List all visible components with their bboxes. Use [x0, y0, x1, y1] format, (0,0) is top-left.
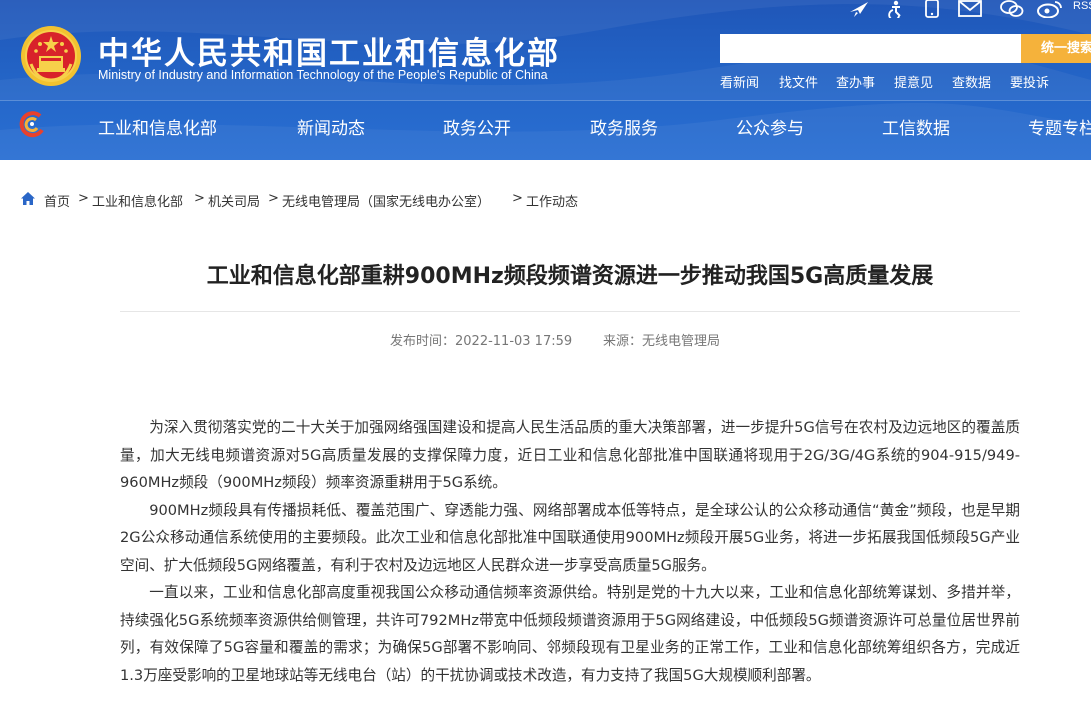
article-source: 来源：无线电管理局 — [603, 334, 721, 349]
rss-link[interactable]: RSS — [1073, 0, 1091, 12]
search-input[interactable] — [720, 34, 1021, 63]
site-title[interactable]: 中华人民共和国工业和信息化部 — [98, 28, 560, 73]
nav-news[interactable]: 新闻动态 — [297, 114, 365, 139]
quick-link-services[interactable]: 查办事 — [836, 72, 875, 91]
accessibility-icon[interactable] — [886, 0, 906, 18]
miit-logo-icon[interactable] — [18, 110, 46, 138]
title-divider — [120, 311, 1020, 312]
nav-industry-data[interactable]: 工信数据 — [882, 114, 950, 139]
breadcrumb-separator: > — [78, 191, 89, 206]
breadcrumb-home[interactable]: 首页 — [44, 191, 70, 210]
nav-government-affairs[interactable]: 政务公开 — [443, 114, 511, 139]
breadcrumb-ministry[interactable]: 工业和信息化部 — [92, 191, 183, 210]
top-utility-icons — [840, 0, 1091, 20]
quick-link-feedback[interactable]: 提意见 — [894, 72, 933, 91]
breadcrumb-departments[interactable]: 机关司局 — [208, 191, 260, 210]
publish-time: 发布时间：2022-11-03 17:59 — [390, 334, 573, 349]
article-body: 为深入贯彻落实党的二十大关于加强网络强国建设和提高人民生活品质的重大决策部署，进… — [120, 414, 1020, 689]
article-paragraph: 为深入贯彻落实党的二十大关于加强网络强国建设和提高人民生活品质的重大决策部署，进… — [120, 419, 1020, 491]
national-emblem-icon[interactable] — [19, 24, 83, 88]
quick-link-documents[interactable]: 找文件 — [779, 72, 818, 91]
breadcrumb-radio-bureau[interactable]: 无线电管理局（国家无线电办公室） — [282, 191, 490, 210]
quick-link-data[interactable]: 查数据 — [952, 72, 991, 91]
quick-link-complaints[interactable]: 要投诉 — [1010, 72, 1049, 91]
nav-government-services[interactable]: 政务服务 — [590, 114, 658, 139]
nav-ministry[interactable]: 工业和信息化部 — [98, 114, 217, 139]
mobile-icon[interactable] — [924, 0, 940, 18]
search-button[interactable]: 统一搜索 — [1021, 34, 1091, 63]
airplane-icon[interactable] — [848, 0, 870, 18]
mail-icon[interactable] — [958, 0, 982, 18]
nav-special-topics[interactable]: 专题专栏 — [1028, 114, 1091, 139]
site-header: 中华人民共和国工业和信息化部 Ministry of Industry and … — [0, 0, 1091, 160]
breadcrumb-separator: > — [512, 191, 523, 206]
header-divider — [0, 100, 1091, 101]
breadcrumb-separator: > — [194, 191, 205, 206]
site-subtitle: Ministry of Industry and Information Tec… — [98, 68, 548, 82]
article-title: 工业和信息化部重耕900MHz频段频谱资源进一步推动我国5G高质量发展 — [206, 264, 934, 289]
weibo-icon[interactable] — [1037, 0, 1063, 18]
article-paragraph: 900MHz频段具有传播损耗低、覆盖范围广、穿透能力强、网络部署成本低等特点，是… — [120, 501, 1020, 574]
nav-public-participation[interactable]: 公众参与 — [736, 114, 804, 139]
breadcrumb-separator: > — [268, 191, 279, 206]
breadcrumb-work-updates[interactable]: 工作动态 — [526, 191, 578, 210]
quick-link-news[interactable]: 看新闻 — [720, 72, 759, 91]
article-paragraph: 一直以来，工业和信息化部高度重视我国公众移动通信频率资源供给。特别是党的十九大以… — [120, 584, 1020, 684]
wechat-icon[interactable] — [1000, 0, 1024, 18]
home-icon[interactable] — [20, 191, 36, 207]
